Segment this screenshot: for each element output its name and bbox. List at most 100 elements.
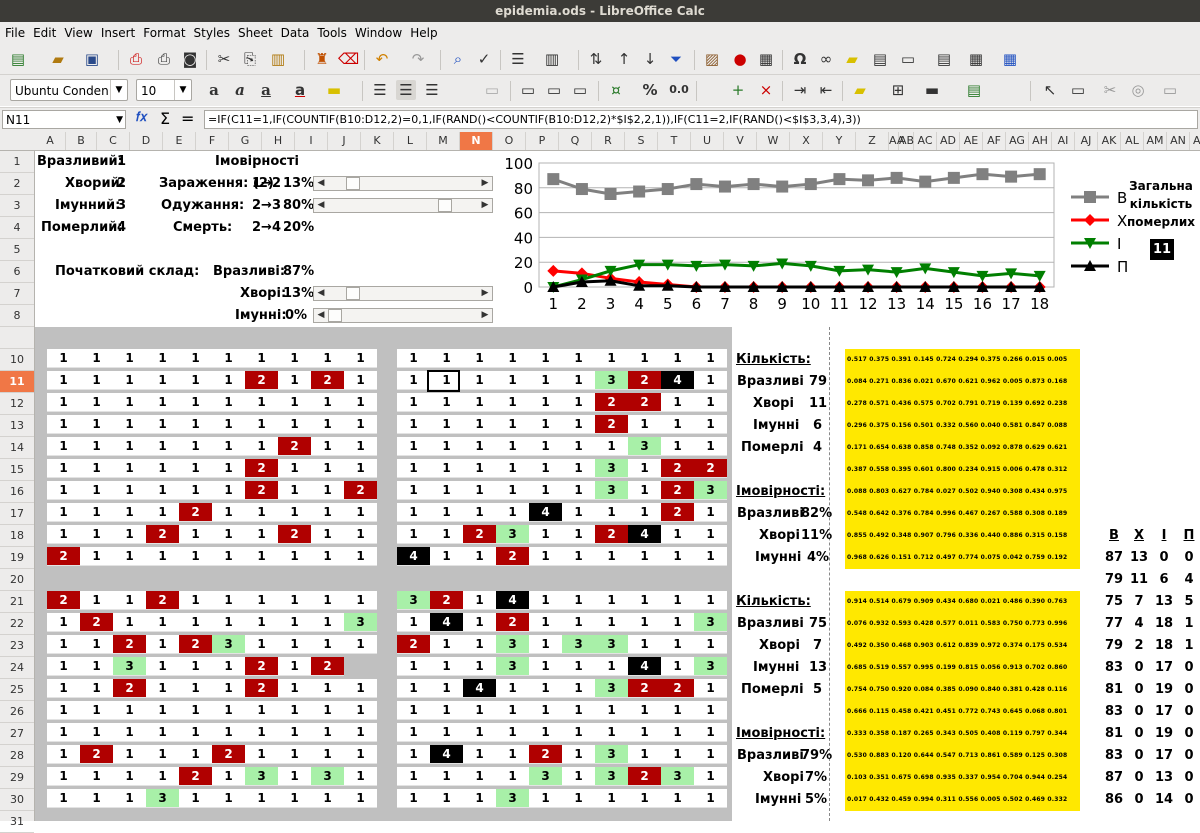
grid-cell[interactable]: 1: [212, 701, 245, 720]
grid-cell[interactable]: 1: [278, 789, 311, 808]
clear-formatting-icon[interactable]: ⌫: [338, 49, 359, 69]
grid-cell[interactable]: 1: [80, 393, 113, 412]
grid-cell[interactable]: 1: [311, 701, 344, 720]
grid-cell[interactable]: 1: [344, 459, 377, 478]
grid-cell[interactable]: 2: [595, 393, 628, 412]
grid-cell[interactable]: 1: [344, 393, 377, 412]
name-box[interactable]: N11 ▼: [2, 110, 126, 129]
grid-cell[interactable]: 1: [628, 635, 661, 654]
position-icon[interactable]: ▭: [1160, 80, 1180, 100]
column-header-ad[interactable]: AD: [937, 132, 960, 150]
menu-data[interactable]: Data: [276, 22, 313, 44]
grid-cell[interactable]: 1: [212, 349, 245, 368]
grid-cell[interactable]: 1: [113, 459, 146, 478]
epidemic-chart[interactable]: 0204060801001 2 3 4 5 6 7 8 9 10 11 12 13 14 15 16 17 18В…: [495, 153, 1135, 323]
row-header-11[interactable]: 11: [0, 371, 34, 393]
grid-cell[interactable]: 2: [212, 745, 245, 764]
grid-cell[interactable]: 1: [212, 547, 245, 566]
grid-cell[interactable]: 1: [562, 745, 595, 764]
grid-cell[interactable]: 1: [212, 679, 245, 698]
grid-cell[interactable]: 1: [595, 723, 628, 742]
grid-cell[interactable]: 1: [212, 789, 245, 808]
grid-cell[interactable]: 1: [80, 459, 113, 478]
grid-cell[interactable]: 3: [496, 789, 529, 808]
grid-cell[interactable]: 1: [179, 393, 212, 412]
grid-cell[interactable]: 3: [212, 635, 245, 654]
grid-cell[interactable]: 1: [344, 437, 377, 456]
scroll-thumb[interactable]: [345, 287, 360, 300]
grid-cell[interactable]: 1: [694, 525, 727, 544]
grid-cell[interactable]: 1: [278, 591, 311, 610]
grid-cell[interactable]: 1: [463, 701, 496, 720]
grid-cell[interactable]: 1: [311, 679, 344, 698]
grid-cell[interactable]: 1: [463, 393, 496, 412]
init-sick-scrollbar[interactable]: ◀ ▶: [313, 286, 493, 301]
grid-cell[interactable]: 1: [694, 679, 727, 698]
grid-cell[interactable]: 1: [245, 701, 278, 720]
grid-cell[interactable]: 1: [628, 613, 661, 632]
freeze-rows-icon[interactable]: ▤: [934, 49, 954, 69]
grid-cell[interactable]: 1: [463, 371, 496, 390]
grid-cell[interactable]: 1: [47, 459, 80, 478]
grid-cell[interactable]: 1: [694, 349, 727, 368]
grid-cell[interactable]: 2: [311, 657, 344, 676]
column-header-v[interactable]: V: [724, 132, 757, 150]
grid-cell[interactable]: 1: [80, 723, 113, 742]
grid-cell[interactable]: 2: [113, 635, 146, 654]
recovery-scrollbar[interactable]: ◀ ▶: [313, 198, 493, 213]
grid-cell[interactable]: 1: [430, 701, 463, 720]
grid-cell[interactable]: 1: [562, 393, 595, 412]
merge-cells-icon[interactable]: ▭: [482, 80, 502, 100]
grid-cell[interactable]: 1: [562, 525, 595, 544]
grid-cell[interactable]: 1: [397, 701, 430, 720]
grid-cell[interactable]: 1: [311, 613, 344, 632]
grid-cell[interactable]: 1: [562, 503, 595, 522]
grid-cell[interactable]: 1: [344, 789, 377, 808]
grid-cell[interactable]: 1: [278, 547, 311, 566]
grid-cell[interactable]: 1: [113, 503, 146, 522]
grid-cell[interactable]: 1: [595, 437, 628, 456]
grid-cell[interactable]: 1: [179, 525, 212, 544]
column-header-aj[interactable]: AJ: [1075, 132, 1098, 150]
row-header-20[interactable]: 20: [0, 569, 34, 591]
grid-cell[interactable]: 1: [278, 723, 311, 742]
grid-cell[interactable]: 1: [113, 393, 146, 412]
column-header-h[interactable]: H: [262, 132, 295, 150]
grid-cell[interactable]: 1: [47, 503, 80, 522]
grid-cell[interactable]: 2: [397, 635, 430, 654]
align-left-icon[interactable]: ☰: [370, 80, 390, 100]
grid-cell[interactable]: 1: [661, 613, 694, 632]
grid-cell[interactable]: 1: [463, 349, 496, 368]
grid-cell[interactable]: 1: [562, 459, 595, 478]
grid-cell[interactable]: 1: [80, 547, 113, 566]
row-header-26[interactable]: 26: [0, 701, 34, 723]
grid-cell[interactable]: 2: [179, 503, 212, 522]
grid-cell[interactable]: 1: [245, 393, 278, 412]
grid-cell[interactable]: 1: [47, 767, 80, 786]
grid-cell[interactable]: 1: [463, 459, 496, 478]
grid-cell[interactable]: 1: [562, 613, 595, 632]
grid-cell[interactable]: 1: [80, 371, 113, 390]
increase-indent-icon[interactable]: ⇥: [790, 80, 810, 100]
grid-cell[interactable]: 1: [463, 657, 496, 676]
grid-cell[interactable]: 1: [595, 701, 628, 720]
grid-cell[interactable]: 1: [146, 459, 179, 478]
grid-cell[interactable]: 1: [661, 635, 694, 654]
grid-cell[interactable]: 1: [146, 745, 179, 764]
grid-cell[interactable]: 2: [595, 525, 628, 544]
grid-cell[interactable]: 1: [212, 591, 245, 610]
grid-cell[interactable]: 1: [463, 723, 496, 742]
grid-cell[interactable]: 1: [463, 635, 496, 654]
column-header-aa[interactable]: AA: [889, 132, 904, 150]
column-header-w[interactable]: W: [757, 132, 790, 150]
header-footer-icon[interactable]: ▤: [870, 49, 890, 69]
column-header-ai[interactable]: AI: [1052, 132, 1075, 150]
grid-cell[interactable]: 1: [397, 613, 430, 632]
grid-cell[interactable]: 3: [595, 635, 628, 654]
grid-cell[interactable]: 2: [245, 481, 278, 500]
function-wizard-icon[interactable]: 𝑓𝑥: [136, 110, 147, 125]
grid-cell[interactable]: 1: [595, 789, 628, 808]
grid-cell[interactable]: 1: [278, 767, 311, 786]
grid-cell[interactable]: 1: [397, 349, 430, 368]
grid-cell[interactable]: 1: [245, 613, 278, 632]
